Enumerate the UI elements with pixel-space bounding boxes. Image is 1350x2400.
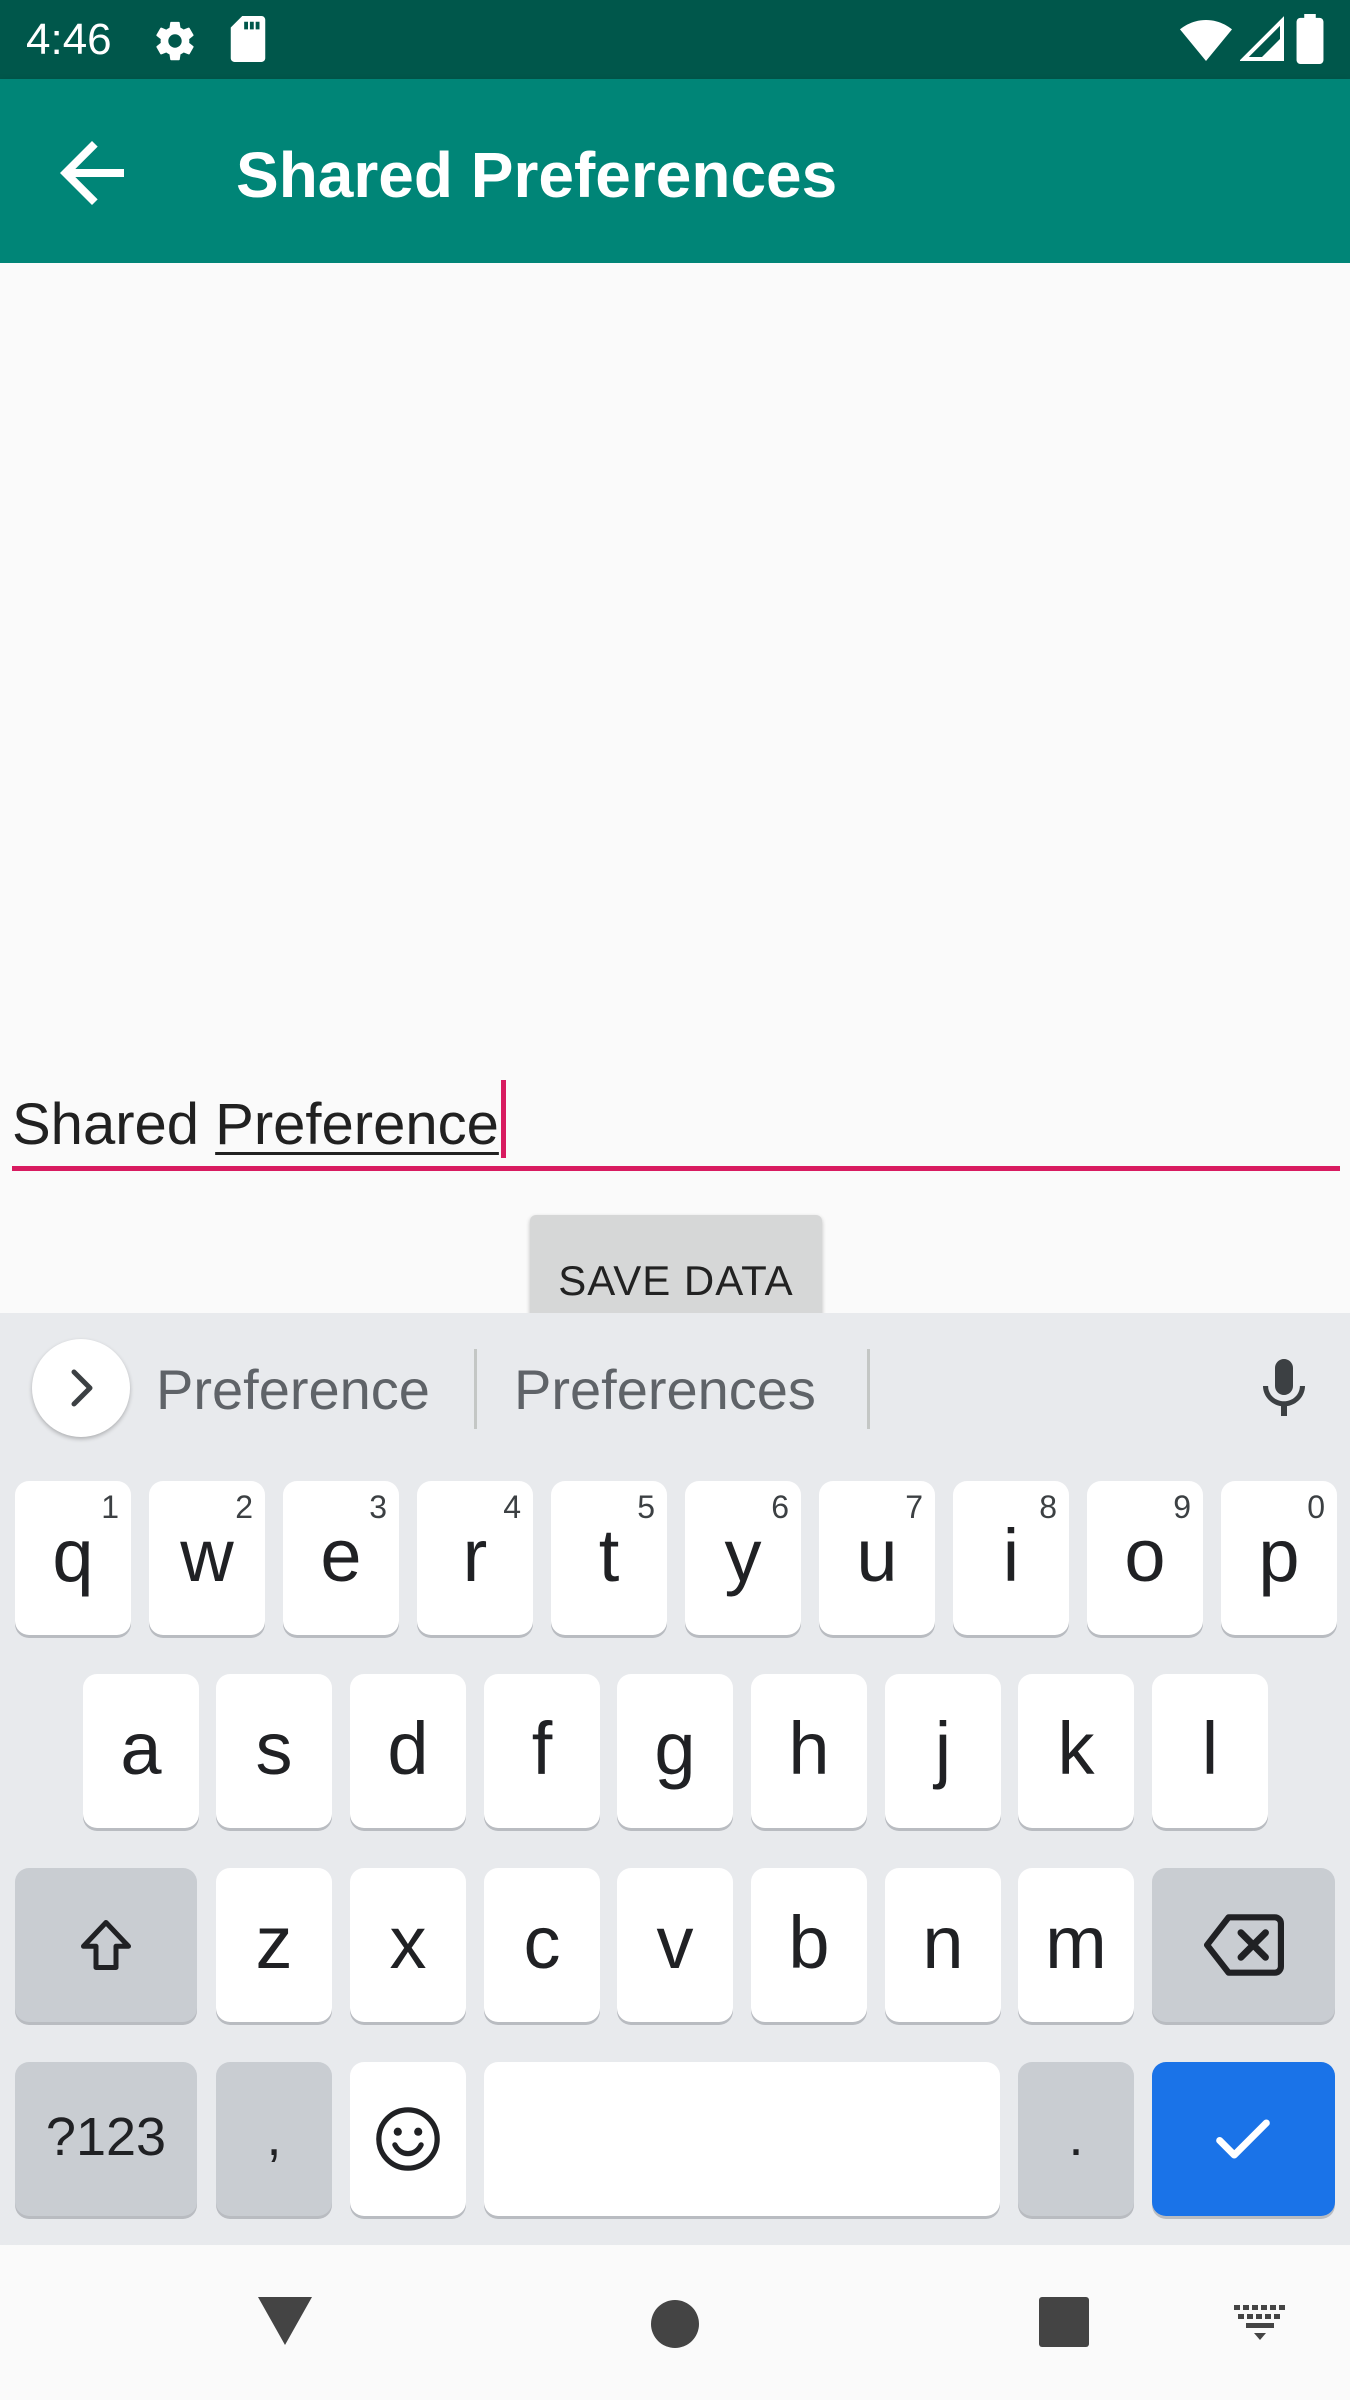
key-r[interactable]: r4 — [417, 1481, 533, 1635]
key-x[interactable]: x — [350, 1868, 466, 2022]
key-l[interactable]: l — [1152, 1674, 1268, 1828]
key-k[interactable]: k — [1018, 1674, 1134, 1828]
key-c[interactable]: c — [484, 1868, 600, 2022]
shift-icon — [81, 1920, 131, 1970]
shift-key[interactable] — [15, 1868, 197, 2022]
key-i[interactable]: i8 — [953, 1481, 1069, 1635]
microphone-icon[interactable] — [1248, 1353, 1320, 1425]
suggestion-divider — [867, 1349, 870, 1429]
done-key[interactable] — [1152, 2062, 1335, 2216]
key-z[interactable]: z — [216, 1868, 332, 2022]
period-key[interactable]: . — [1018, 2062, 1134, 2216]
text-cursor — [500, 1080, 506, 1158]
suggestion-item[interactable]: Preference — [156, 1357, 430, 1423]
chevron-right-icon — [71, 1369, 93, 1407]
status-bar: 4:46 — [0, 0, 1350, 79]
save-data-button[interactable]: SAVE DATA — [530, 1215, 822, 1315]
comma-key[interactable]: , — [216, 2062, 332, 2216]
emoji-key[interactable] — [350, 2062, 466, 2216]
backspace-icon — [1204, 1914, 1284, 1976]
key-t[interactable]: t5 — [551, 1481, 667, 1635]
key-q[interactable]: q1 — [15, 1481, 131, 1635]
backspace-key[interactable] — [1152, 1868, 1335, 2022]
expand-toolbar-button[interactable] — [32, 1339, 130, 1437]
emoji-icon — [376, 2107, 440, 2171]
key-o[interactable]: o9 — [1087, 1481, 1203, 1635]
app-toolbar: Shared Preferences — [0, 79, 1350, 263]
gear-icon — [156, 21, 194, 61]
key-p[interactable]: p0 — [1221, 1481, 1337, 1635]
navigation-bar — [0, 2245, 1350, 2400]
page-title: Shared Preferences — [236, 139, 838, 211]
suggestion-item[interactable]: Preferences — [514, 1357, 816, 1423]
key-f[interactable]: f — [484, 1674, 600, 1828]
key-e[interactable]: e3 — [283, 1481, 399, 1635]
key-v[interactable]: v — [617, 1868, 733, 2022]
back-button[interactable] — [44, 125, 140, 221]
key-y[interactable]: y6 — [685, 1481, 801, 1635]
key-d[interactable]: d — [350, 1674, 466, 1828]
suggestion-divider — [474, 1349, 477, 1429]
sd-card-icon — [230, 16, 266, 62]
key-s[interactable]: s — [216, 1674, 332, 1828]
battery-icon — [1296, 14, 1324, 64]
nav-back-icon[interactable] — [256, 2295, 314, 2347]
soft-keyboard: Preference Preferences q1 w2 e3 r4 t5 y6… — [0, 1313, 1350, 2245]
input-text-composing: Preference — [215, 1092, 499, 1157]
input-underline — [12, 1166, 1340, 1171]
key-m[interactable]: m — [1018, 1868, 1134, 2022]
input-text-committed: Shared — [12, 1092, 216, 1157]
key-w[interactable]: w2 — [149, 1481, 265, 1635]
nav-home-icon[interactable] — [650, 2299, 700, 2349]
key-b[interactable]: b — [751, 1868, 867, 2022]
keyboard-switch-icon[interactable] — [1234, 2305, 1286, 2341]
symbols-key[interactable]: ?123 — [15, 2062, 197, 2216]
key-g[interactable]: g — [617, 1674, 733, 1828]
key-n[interactable]: n — [885, 1868, 1001, 2022]
space-key[interactable] — [484, 2062, 1000, 2216]
status-time: 4:46 — [26, 15, 112, 64]
key-u[interactable]: u7 — [819, 1481, 935, 1635]
check-icon — [1216, 2119, 1270, 2159]
wifi-icon — [1180, 20, 1232, 61]
signal-icon — [1240, 16, 1284, 61]
key-j[interactable]: j — [885, 1674, 1001, 1828]
text-input[interactable]: Shared Preference — [12, 1080, 1340, 1176]
nav-recents-icon[interactable] — [1039, 2297, 1089, 2347]
key-h[interactable]: h — [751, 1674, 867, 1828]
arrow-back-icon — [60, 141, 124, 205]
suggestion-strip: Preference Preferences — [0, 1313, 1350, 1463]
key-a[interactable]: a — [83, 1674, 199, 1828]
